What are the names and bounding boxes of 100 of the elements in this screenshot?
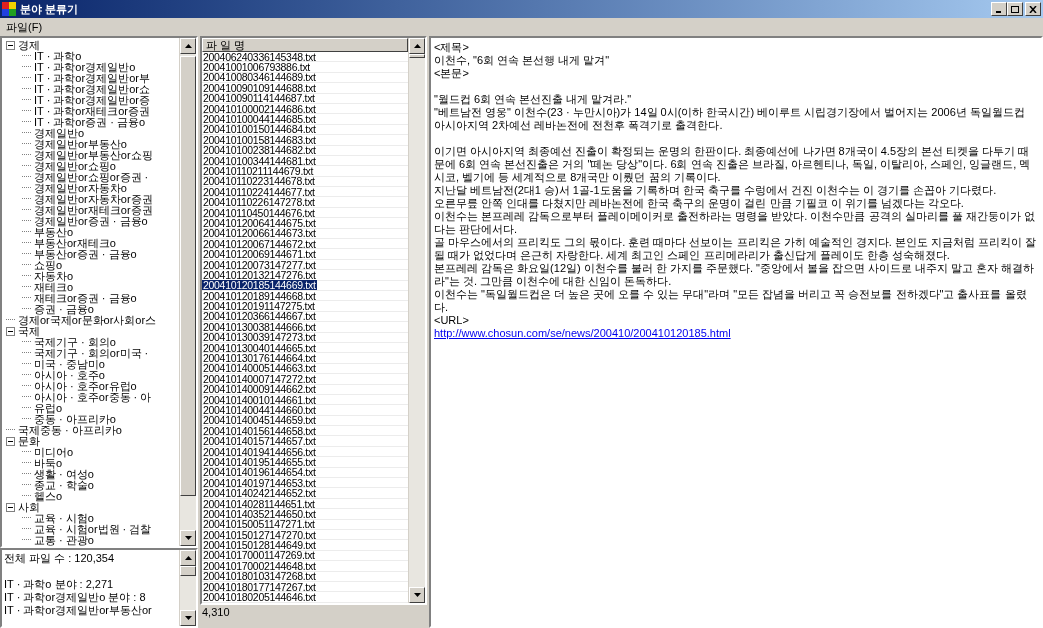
file-item[interactable]: 200410140007147272.txt [202, 373, 317, 384]
tree-item[interactable]: IT · 과학or경제일반o [34, 62, 136, 73]
tree-item[interactable]: 종교 · 학술o [34, 480, 94, 491]
collapse-icon[interactable] [6, 503, 15, 512]
file-item[interactable]: 200410120189144668.txt [202, 290, 317, 301]
file-item[interactable]: 200410130040144665.txt [202, 342, 317, 353]
file-item[interactable]: 200410090114144687.txt [202, 93, 316, 104]
file-item[interactable]: 200410110226147278.txt [202, 197, 316, 208]
article-link[interactable]: http://www.chosun.com/se/news/200410/200410120185.html [434, 327, 731, 339]
tree-item[interactable]: 생활 · 여성o [34, 469, 94, 480]
scrollbar-thumb[interactable] [409, 54, 425, 58]
tree-item[interactable]: 쇼핑o [34, 260, 63, 271]
tree-item[interactable]: 교육 · 시험o [34, 513, 94, 524]
up-arrow-icon[interactable] [413, 44, 421, 48]
file-item[interactable]: 200410100158144683.txt [202, 134, 317, 145]
tree-item[interactable]: IT · 과학or경제일반or증 [34, 95, 150, 106]
tree-item[interactable]: 경제일반or재테크or증권 [34, 205, 153, 216]
close-button[interactable] [1025, 2, 1041, 16]
tree-scrollbar[interactable] [179, 38, 196, 546]
tree-item[interactable]: 미국 · 중남미o [34, 359, 105, 370]
file-item[interactable]: 200410170002144648.txt [202, 560, 317, 571]
tree-item[interactable]: 문화 [18, 436, 40, 447]
tree-item[interactable]: 재테크o [34, 282, 74, 293]
tree-item[interactable]: 재테크or증권 · 금융o [34, 293, 137, 304]
tree-item[interactable]: 경제일반or부동산or쇼핑 [34, 150, 153, 161]
tree-item[interactable]: 교육 · 시험or법원 · 검찰 [34, 524, 152, 535]
collapse-icon[interactable] [6, 41, 15, 50]
tree-item[interactable]: 국제 [18, 326, 40, 337]
tree-item[interactable]: 헬스o [34, 491, 63, 502]
file-item[interactable]: 200410130176144664.txt [202, 353, 317, 364]
tree-item[interactable]: 사회 [18, 502, 40, 513]
file-item[interactable]: 200410150128144649.txt [202, 540, 317, 551]
tree-item[interactable]: IT · 과학or경제일반or부 [34, 73, 150, 84]
file-item[interactable]: 200410090109144688.txt [202, 82, 317, 93]
tree-item[interactable]: 아시아 · 호주o [34, 370, 105, 381]
file-item[interactable]: 200410140194144656.txt [202, 446, 317, 457]
list-scrollbar[interactable] [408, 38, 425, 603]
file-item[interactable]: 200410100150144684.txt [202, 124, 317, 135]
file-item[interactable]: 200410140010144661.txt [202, 394, 317, 405]
file-item[interactable]: 200410140156144658.txt [202, 425, 317, 436]
up-arrow-icon[interactable] [184, 44, 192, 48]
tree-item[interactable]: 바둑o [34, 458, 63, 469]
file-item[interactable]: 200410100044144685.txt [202, 114, 317, 125]
file-item[interactable]: 200410150127147270.txt [202, 529, 317, 540]
file-item[interactable]: 200410120132147276.txt [202, 269, 317, 280]
file-item[interactable]: 200410120366144667.txt [202, 311, 317, 322]
scrollbar-thumb[interactable] [180, 56, 196, 496]
file-item[interactable]: 200410100344144681.txt [202, 155, 317, 166]
file-item[interactable]: 200410140242144652.txt [202, 488, 317, 499]
file-item[interactable]: 200410080346144689.txt [202, 72, 317, 83]
tree-item[interactable]: 증권 · 금융o [34, 304, 94, 315]
stats-scrollbar[interactable] [179, 550, 196, 626]
file-item[interactable]: 200410120067144672.txt [202, 238, 317, 249]
tree-item[interactable]: 부동산o [34, 227, 74, 238]
file-item[interactable]: 200410120191147275.txt [202, 301, 316, 312]
tree-item[interactable]: IT · 과학or경제일반or쇼 [34, 84, 150, 95]
tree-item[interactable]: 아시아 · 호주or유럽o [34, 381, 137, 392]
file-item[interactable]: 200410180103147268.txt [202, 571, 317, 582]
file-item[interactable]: 200410140196144654.txt [202, 467, 317, 478]
file-item[interactable]: 200410170001147269.txt [202, 550, 316, 561]
file-item[interactable]: 200410100002144686.txt [202, 103, 317, 114]
maximize-button[interactable] [1007, 2, 1023, 16]
down-arrow-icon[interactable] [184, 616, 192, 620]
file-item[interactable]: 200410100238144682.txt [202, 145, 317, 156]
file-item[interactable]: 200410120185144669.txt [202, 280, 317, 291]
file-item[interactable]: 200410140157144657.txt [202, 436, 317, 447]
tree-item[interactable]: 경제일반o [34, 128, 85, 139]
tree-item[interactable]: 국제기구 · 회의or미국 · [34, 348, 149, 359]
collapse-icon[interactable] [6, 437, 15, 446]
file-item[interactable]: 200406240336145348.txt [202, 51, 317, 62]
tree-item[interactable]: 경제일반or부동산o [34, 139, 127, 150]
down-arrow-icon[interactable] [184, 536, 192, 540]
file-item[interactable]: 200410120064144675.txt [202, 217, 317, 228]
tree-item[interactable]: IT · 과학or재테크or증권 [34, 106, 150, 117]
file-item[interactable]: 200410140195144655.txt [202, 456, 317, 467]
file-item[interactable]: 200410110223144678.txt [202, 176, 316, 187]
file-item[interactable]: 200410130039147273.txt [202, 332, 317, 343]
tree-item[interactable]: 경제일반or증권 · 금융o [34, 216, 148, 227]
file-item[interactable]: 20041001006793886.txt [202, 62, 311, 73]
file-item[interactable]: 200410140281144651.txt [202, 498, 316, 509]
tree-item[interactable]: 국제중동 · 아프리카o [18, 425, 122, 436]
tree-item[interactable]: 부동산or재테크o [34, 238, 116, 249]
file-item[interactable]: 200410150051147271.txt [202, 519, 316, 530]
column-header[interactable]: 파 일 명 [202, 38, 408, 52]
file-item[interactable]: 200410140005144663.txt [202, 363, 317, 374]
tree-item[interactable]: 아시아 · 호주or중동 · 아 [34, 392, 152, 403]
file-item[interactable]: 200410120073147277.txt [202, 259, 317, 270]
down-arrow-icon[interactable] [413, 592, 421, 597]
tree-item[interactable]: IT · 과학or증권 · 금융o [34, 117, 146, 128]
tree-item[interactable]: 미디어o [34, 447, 74, 458]
file-item[interactable]: 200410140352144650.txt [202, 508, 317, 519]
tree-item[interactable]: 교통 · 관광o [34, 535, 94, 546]
menu-item[interactable]: 파일(F) [2, 18, 47, 36]
file-item[interactable]: 200410180177147267.txt [202, 581, 317, 592]
tree-item[interactable]: 부동산or증권 · 금융o [34, 249, 137, 260]
collapse-icon[interactable] [6, 327, 15, 336]
tree-item[interactable]: 경제일반or자동차or증권 [34, 194, 153, 205]
file-item[interactable]: 200410130038144666.txt [202, 321, 317, 332]
file-item[interactable]: 200410180205144646.txt [202, 592, 317, 602]
file-item[interactable]: 200410110224144677.txt [202, 186, 316, 197]
